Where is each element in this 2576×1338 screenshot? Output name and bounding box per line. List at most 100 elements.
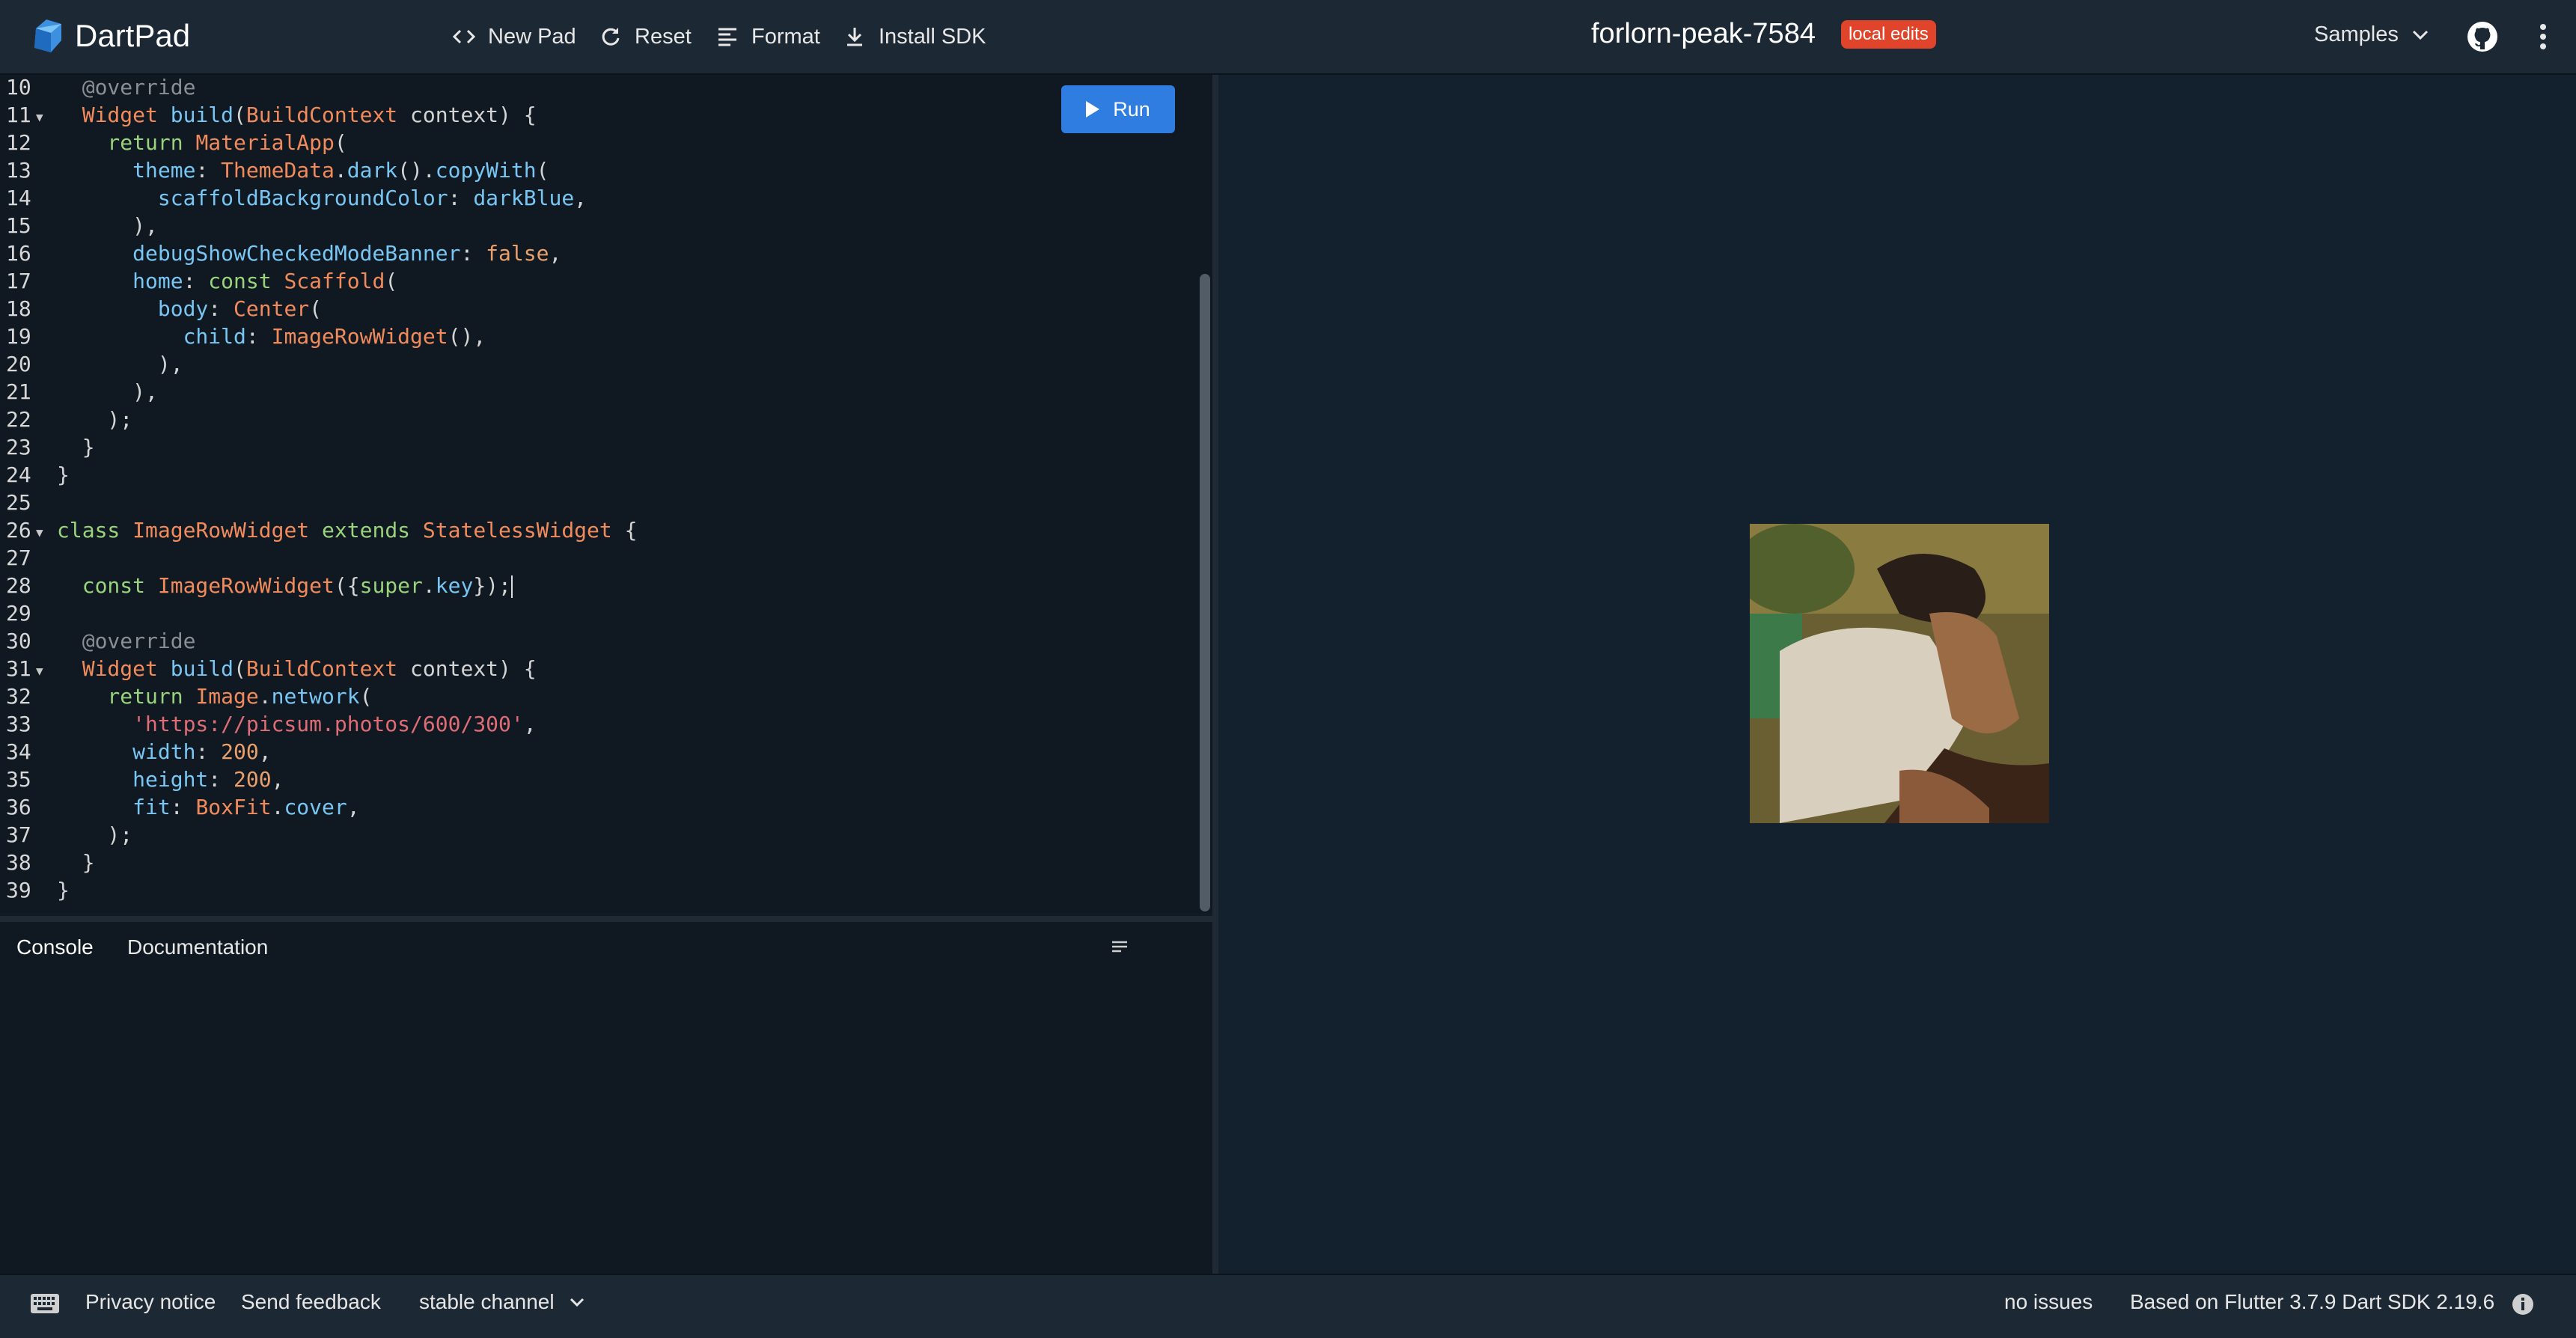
code-text: );	[57, 407, 133, 432]
code-text: debugShowCheckedModeBanner: false,	[57, 241, 562, 266]
console-splitter[interactable]	[0, 916, 1212, 922]
line-number: 21	[6, 379, 31, 404]
privacy-notice-link[interactable]: Privacy notice	[85, 1290, 216, 1314]
tab-documentation[interactable]: Documentation	[127, 935, 268, 959]
more-options-button[interactable]	[2539, 21, 2548, 56]
info-icon	[2512, 1294, 2533, 1315]
line-number: 26	[6, 518, 31, 543]
app-header	[0, 0, 2576, 75]
issues-status[interactable]: no issues	[2004, 1290, 2093, 1314]
code-text: );	[57, 822, 133, 847]
channel-selector[interactable]: stable channel	[419, 1290, 585, 1314]
line-number: 15	[6, 213, 31, 238]
code-text: }	[57, 435, 95, 459]
code-text: Widget build(BuildContext context) {	[57, 103, 537, 127]
code-text: home: const Scaffold(	[57, 269, 398, 293]
more-vert-icon	[2540, 24, 2546, 49]
app-name: DartPad	[75, 18, 191, 53]
fold-arrow-icon[interactable]: ▼	[36, 110, 43, 124]
line-number: 32	[6, 684, 31, 709]
line-number: 38	[6, 850, 31, 875]
line-number: 25	[6, 490, 31, 515]
channel-label: stable channel	[419, 1290, 555, 1313]
code-text: ),	[57, 213, 158, 238]
line-number: 31	[6, 656, 31, 681]
code-text: child: ImageRowWidget(),	[57, 324, 486, 349]
github-icon	[2467, 22, 2497, 52]
code-text: ),	[57, 352, 183, 376]
line-number: 24	[6, 462, 31, 487]
network-image	[1750, 524, 2049, 823]
tab-console[interactable]: Console	[16, 935, 94, 959]
install-sdk-button[interactable]: Install SDK	[841, 19, 986, 54]
line-number: 11	[6, 103, 31, 127]
dartpad-logo[interactable]: DartPad	[28, 18, 190, 54]
chevron-down-icon	[2412, 30, 2428, 40]
fold-arrow-icon[interactable]: ▼	[36, 525, 43, 540]
install-sdk-label: Install SDK	[879, 24, 986, 49]
download-icon	[841, 23, 868, 50]
line-number: 39	[6, 878, 31, 902]
code-text: }	[57, 878, 70, 902]
send-feedback-link[interactable]: Send feedback	[241, 1290, 381, 1314]
reset-label: Reset	[635, 24, 692, 49]
code-text: Widget build(BuildContext context) {	[57, 656, 537, 681]
samples-label: Samples	[2314, 22, 2399, 46]
line-number: 30	[6, 629, 31, 653]
code-text: @override	[57, 629, 196, 653]
keyboard-icon	[31, 1294, 59, 1313]
line-number: 33	[6, 712, 31, 736]
pane-splitter[interactable]	[1212, 75, 1218, 1274]
refresh-icon	[597, 23, 624, 50]
code-text: }	[57, 462, 70, 487]
line-number: 34	[6, 739, 31, 764]
code-text: ),	[57, 379, 158, 404]
sdk-version: Based on Flutter 3.7.9 Dart SDK 2.19.6	[2130, 1290, 2495, 1313]
line-number: 29	[6, 601, 31, 626]
keyboard-shortcuts-button[interactable]	[30, 1293, 60, 1318]
new-pad-label: New Pad	[488, 24, 576, 49]
line-number: 35	[6, 767, 31, 792]
format-label: Format	[751, 24, 820, 49]
github-button[interactable]	[2467, 21, 2498, 56]
line-number: 23	[6, 435, 31, 459]
pad-title[interactable]: forlorn-peak-7584	[1591, 18, 1816, 50]
line-number: 13	[6, 158, 31, 183]
line-number: 10	[6, 75, 31, 100]
clear-console-button[interactable]	[1111, 940, 1129, 959]
new-pad-button[interactable]: New Pad	[451, 19, 576, 54]
run-button[interactable]: Run	[1061, 85, 1175, 133]
code-text: return MaterialApp(	[57, 130, 347, 155]
editor-scrollbar-thumb[interactable]	[1200, 274, 1210, 911]
line-number: 37	[6, 822, 31, 847]
line-number: 20	[6, 352, 31, 376]
line-number: 18	[6, 296, 31, 321]
code-text: scaffoldBackgroundColor: darkBlue,	[57, 186, 587, 210]
code-text: body: Center(	[57, 296, 323, 321]
photo-illustration	[1750, 524, 2049, 823]
pad-title-area: forlorn-peak-7584 local edits	[1591, 18, 1936, 50]
line-number: 12	[6, 130, 31, 155]
code-text: theme: ThemeData.dark().copyWith(	[57, 158, 549, 183]
format-align-icon	[714, 23, 741, 50]
code-text: @override	[57, 75, 196, 100]
chevron-down-icon	[570, 1298, 584, 1307]
info-button[interactable]	[2512, 1293, 2534, 1319]
fold-arrow-icon[interactable]: ▼	[36, 664, 43, 678]
format-button[interactable]: Format	[714, 19, 820, 54]
line-number: 14	[6, 186, 31, 210]
code-icon	[451, 23, 477, 50]
reset-button[interactable]: Reset	[597, 19, 692, 54]
notes-icon	[1112, 941, 1127, 953]
code-text: fit: BoxFit.cover,	[57, 795, 360, 819]
line-number: 28	[6, 573, 31, 598]
code-text: height: 200,	[57, 767, 284, 792]
code-text: width: 200,	[57, 739, 272, 764]
code-text: return Image.network(	[57, 684, 373, 709]
code-text: const ImageRowWidget({super.key});	[57, 573, 513, 598]
play-icon	[1086, 101, 1100, 117]
console-panel	[0, 922, 1212, 1274]
samples-dropdown[interactable]: Samples	[2314, 22, 2429, 47]
line-number: 36	[6, 795, 31, 819]
code-text: class ImageRowWidget extends StatelessWi…	[57, 518, 638, 543]
